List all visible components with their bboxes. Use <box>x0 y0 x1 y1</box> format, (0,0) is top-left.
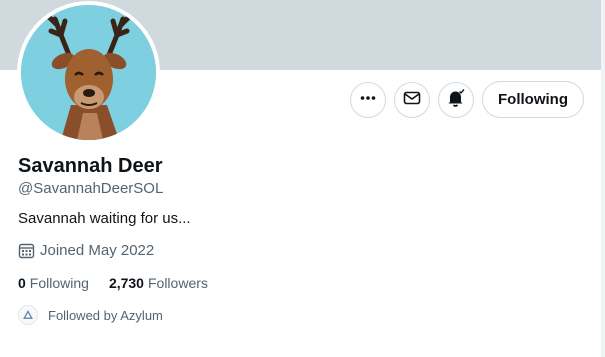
follow-stats: 0 Following 2,730 Followers <box>18 275 208 291</box>
more-icon <box>359 89 377 112</box>
column-divider <box>601 0 605 357</box>
followers-stat-link[interactable]: 2,730 Followers <box>109 275 208 291</box>
following-stat-link[interactable]: 0 Following <box>18 275 89 291</box>
followers-label: Followers <box>147 275 208 291</box>
display-name: Savannah Deer <box>18 155 163 177</box>
follower-avatar <box>18 305 38 325</box>
calendar-icon <box>18 242 35 259</box>
joined-text: Joined May 2022 <box>40 242 155 259</box>
following-count: 0 <box>18 275 26 291</box>
azylum-logo-icon <box>23 310 33 319</box>
deer-avatar-image <box>21 5 156 140</box>
followed-by-link[interactable]: Followed by Azylum <box>18 305 163 325</box>
notifications-button[interactable] <box>438 82 474 118</box>
followed-by-text: Followed by Azylum <box>48 307 163 323</box>
profile-bio: Savannah waiting for us... <box>18 210 191 227</box>
message-button[interactable] <box>394 82 430 118</box>
joined-date: Joined May 2022 <box>18 242 154 259</box>
more-button[interactable] <box>350 82 386 118</box>
profile-avatar-frame[interactable] <box>17 1 160 144</box>
envelope-icon <box>403 89 421 112</box>
avatar[interactable] <box>21 5 156 140</box>
followers-count: 2,730 <box>108 275 144 291</box>
bell-check-icon <box>446 88 466 113</box>
following-button[interactable]: Following <box>482 81 584 118</box>
following-label: Following <box>29 275 89 291</box>
user-handle: @SavannahDeerSOL <box>18 180 164 197</box>
